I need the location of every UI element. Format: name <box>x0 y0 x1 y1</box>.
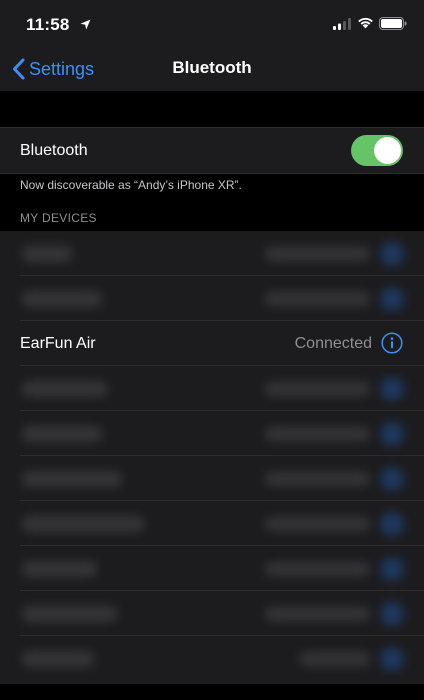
device-row-blurred[interactable] <box>0 546 424 591</box>
device-row-blurred[interactable] <box>0 366 424 411</box>
device-row-blurred[interactable] <box>0 456 424 501</box>
blurred-device-name <box>22 291 102 307</box>
blurred-device-status <box>265 472 370 486</box>
blurred-device-status <box>265 427 370 441</box>
blurred-device-name <box>22 381 107 397</box>
blurred-device-status <box>265 247 370 261</box>
blurred-device-name <box>22 651 94 667</box>
info-icon <box>380 647 404 671</box>
blurred-device-status <box>265 517 370 531</box>
blurred-device-status <box>300 652 370 666</box>
info-icon <box>380 287 404 311</box>
blurred-device-name <box>22 246 72 262</box>
bluetooth-row: Bluetooth <box>0 127 424 174</box>
battery-icon <box>379 17 407 30</box>
blurred-device-name <box>22 561 97 577</box>
device-row-blurred[interactable] <box>0 501 424 546</box>
info-icon[interactable] <box>381 332 403 354</box>
location-arrow-icon <box>80 19 91 30</box>
info-icon <box>380 242 404 266</box>
info-icon <box>380 602 404 626</box>
info-icon <box>380 512 404 536</box>
discoverable-footer: Now discoverable as “Andy’s iPhone XR”. <box>20 178 242 192</box>
blurred-device-status <box>265 382 370 396</box>
bottom-spacer <box>0 684 424 700</box>
my-devices-header: MY DEVICES <box>20 211 97 225</box>
blurred-device-status <box>265 562 370 576</box>
blurred-device-name <box>22 426 102 442</box>
info-icon <box>380 557 404 581</box>
cellular-signal-icon <box>333 18 351 30</box>
blurred-device-name <box>22 471 122 487</box>
bluetooth-toggle[interactable] <box>351 135 403 166</box>
blurred-device-status <box>265 607 370 621</box>
page-title: Bluetooth <box>172 58 252 77</box>
device-row-earfun-air[interactable]: EarFun Air Connected <box>0 321 424 366</box>
device-row-blurred[interactable] <box>0 636 424 681</box>
toggle-knob <box>374 137 401 164</box>
status-time: 11:58 <box>26 15 70 34</box>
device-name: EarFun Air <box>20 335 96 352</box>
device-row-blurred[interactable] <box>0 231 424 276</box>
device-row-blurred[interactable] <box>0 276 424 321</box>
info-icon <box>380 467 404 491</box>
bluetooth-label: Bluetooth <box>20 142 88 159</box>
blurred-device-status <box>265 292 370 306</box>
info-icon <box>380 422 404 446</box>
blurred-device-name <box>22 516 144 532</box>
device-status: Connected <box>294 335 372 352</box>
section-spacer <box>0 91 424 127</box>
device-row-blurred[interactable] <box>0 591 424 636</box>
status-bar: 11:58 <box>0 0 424 50</box>
blurred-device-name <box>22 606 117 622</box>
wifi-icon <box>358 17 373 29</box>
info-icon <box>380 377 404 401</box>
device-row-blurred[interactable] <box>0 411 424 456</box>
